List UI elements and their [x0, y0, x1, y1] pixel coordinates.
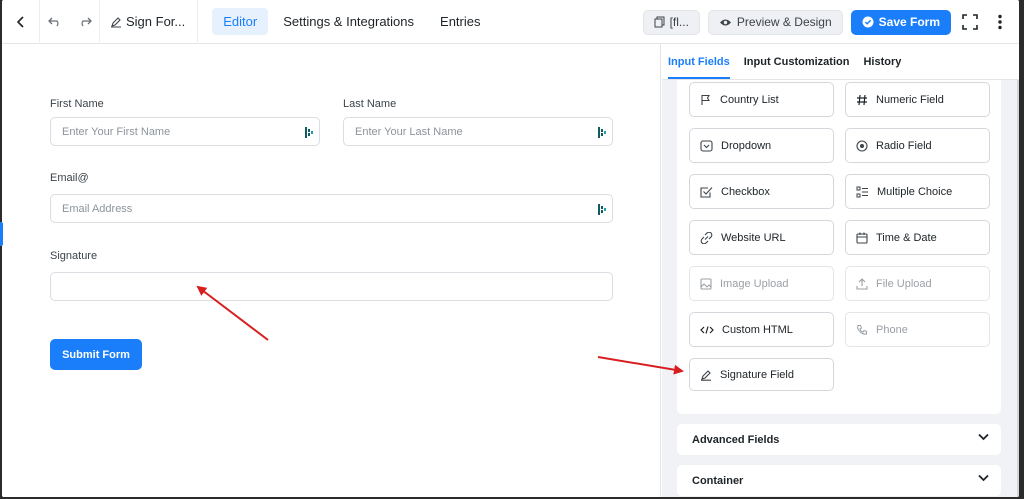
field-label: Multiple Choice — [877, 185, 953, 198]
check-circle-icon — [862, 16, 874, 28]
calendar-icon — [856, 232, 868, 244]
email-input[interactable]: Email Address — [50, 194, 613, 223]
list-icon — [856, 186, 868, 197]
tab-editor[interactable]: Editor — [212, 8, 269, 35]
flag-icon — [701, 94, 710, 105]
last-name-label: Last Name — [343, 98, 397, 110]
edge-indicator — [0, 222, 3, 246]
advanced-fields-section[interactable]: Advanced Fields — [677, 424, 1001, 455]
first-name-input[interactable]: Enter Your First Name — [50, 117, 320, 146]
field-label: Phone — [876, 323, 908, 336]
field-label: Radio Field — [876, 139, 932, 152]
phone-icon — [856, 324, 867, 335]
save-label: Save Form — [878, 15, 940, 29]
panel-tabs: Input Fields Input Customization History — [662, 44, 1019, 80]
chevron-down-icon — [978, 433, 989, 441]
field-numeric[interactable]: Numeric Field — [845, 82, 990, 117]
form-canvas: First Name Enter Your First Name Last Na… — [2, 44, 661, 497]
field-label: Image Upload — [720, 277, 789, 290]
dropdown-icon — [700, 139, 713, 152]
copy-icon — [654, 16, 665, 28]
shortcode-button[interactable]: [fl... — [642, 9, 700, 35]
field-file-upload[interactable]: File Upload — [845, 266, 990, 301]
section-label: Advanced Fields — [692, 433, 780, 446]
pencil-icon — [111, 16, 121, 28]
field-signature[interactable]: Signature Field — [689, 358, 834, 391]
eye-icon — [719, 19, 731, 25]
field-label: Numeric Field — [876, 93, 944, 106]
tab-input-customization[interactable]: Input Customization — [744, 56, 850, 79]
field-image-upload[interactable]: Image Upload — [689, 266, 834, 301]
save-form-button[interactable]: Save Form — [850, 9, 951, 35]
chevron-left-icon — [16, 15, 24, 28]
field-label: Dropdown — [721, 139, 772, 152]
last-name-input[interactable]: Enter Your Last Name — [343, 117, 613, 146]
general-fields-card: Country List Numeric Field Dropdown Radi… — [677, 80, 1001, 414]
more-menu-button[interactable] — [989, 10, 1011, 35]
first-name-placeholder: Enter Your First Name — [62, 125, 171, 138]
field-label: Country List — [720, 93, 779, 106]
email-placeholder: Email Address — [62, 202, 133, 215]
shortcode-label: [fl... — [669, 15, 689, 29]
tab-settings-integrations[interactable]: Settings & Integrations — [272, 8, 425, 35]
password-manager-icon — [598, 127, 606, 138]
app-window: Sign For... Editor Settings & Integratio… — [2, 0, 1019, 497]
field-country-list[interactable]: Country List — [689, 82, 834, 117]
hash-icon — [857, 94, 867, 105]
field-label: Checkbox — [721, 185, 770, 198]
kebab-menu-icon — [998, 14, 1002, 30]
link-icon — [700, 231, 713, 244]
upload-icon — [856, 277, 868, 290]
panel-scrollbar[interactable] — [1017, 80, 1019, 497]
field-custom-html[interactable]: Custom HTML — [689, 312, 834, 347]
password-manager-icon — [305, 127, 313, 138]
field-label: Website URL — [721, 231, 786, 244]
pen-icon — [701, 369, 711, 381]
checkbox-icon — [700, 186, 713, 198]
tab-history[interactable]: History — [863, 56, 901, 79]
preview-label: Preview & Design — [736, 15, 832, 29]
field-phone[interactable]: Phone — [845, 312, 990, 347]
editor-tabs: Editor Settings & Integrations Entries — [212, 8, 491, 35]
undo-icon — [48, 17, 59, 26]
field-radio[interactable]: Radio Field — [845, 128, 990, 163]
signature-input[interactable] — [50, 272, 613, 301]
back-button[interactable] — [2, 0, 40, 44]
field-label: Time & Date — [876, 231, 937, 244]
container-section[interactable]: Container — [677, 465, 1001, 496]
toolbar-actions: [fl... Preview & Design Save Form — [642, 0, 1019, 44]
radio-icon — [856, 139, 868, 152]
field-checkbox[interactable]: Checkbox — [689, 174, 834, 209]
tab-entries[interactable]: Entries — [429, 8, 491, 35]
code-icon — [700, 325, 714, 334]
field-dropdown[interactable]: Dropdown — [689, 128, 834, 163]
field-label: Custom HTML — [722, 323, 793, 336]
field-label: File Upload — [876, 277, 932, 290]
fields-panel: Input Fields Input Customization History… — [662, 44, 1019, 497]
chevron-down-icon — [978, 474, 989, 482]
field-label: Signature Field — [720, 368, 794, 381]
field-multiple-choice[interactable]: Multiple Choice — [845, 174, 990, 209]
submit-form-button[interactable]: Submit Form — [50, 339, 142, 370]
section-label: Container — [692, 474, 744, 487]
fullscreen-button[interactable] — [959, 10, 981, 35]
redo-icon — [80, 17, 92, 26]
top-toolbar: Sign For... Editor Settings & Integratio… — [2, 0, 1019, 44]
password-manager-icon — [598, 204, 606, 215]
preview-design-button[interactable]: Preview & Design — [707, 9, 843, 35]
redo-button[interactable] — [70, 0, 100, 44]
tab-input-fields[interactable]: Input Fields — [668, 56, 730, 79]
signature-label: Signature — [50, 250, 98, 262]
image-icon — [700, 277, 712, 290]
form-title[interactable]: Sign For... — [100, 0, 199, 44]
undo-button[interactable] — [40, 0, 70, 44]
field-website-url[interactable]: Website URL — [689, 220, 834, 255]
email-label: Email@ — [50, 172, 89, 184]
first-name-label: First Name — [50, 98, 104, 110]
form-title-text: Sign For... — [126, 14, 186, 29]
fullscreen-icon — [962, 14, 978, 30]
last-name-placeholder: Enter Your Last Name — [355, 125, 463, 138]
field-time-date[interactable]: Time & Date — [845, 220, 990, 255]
